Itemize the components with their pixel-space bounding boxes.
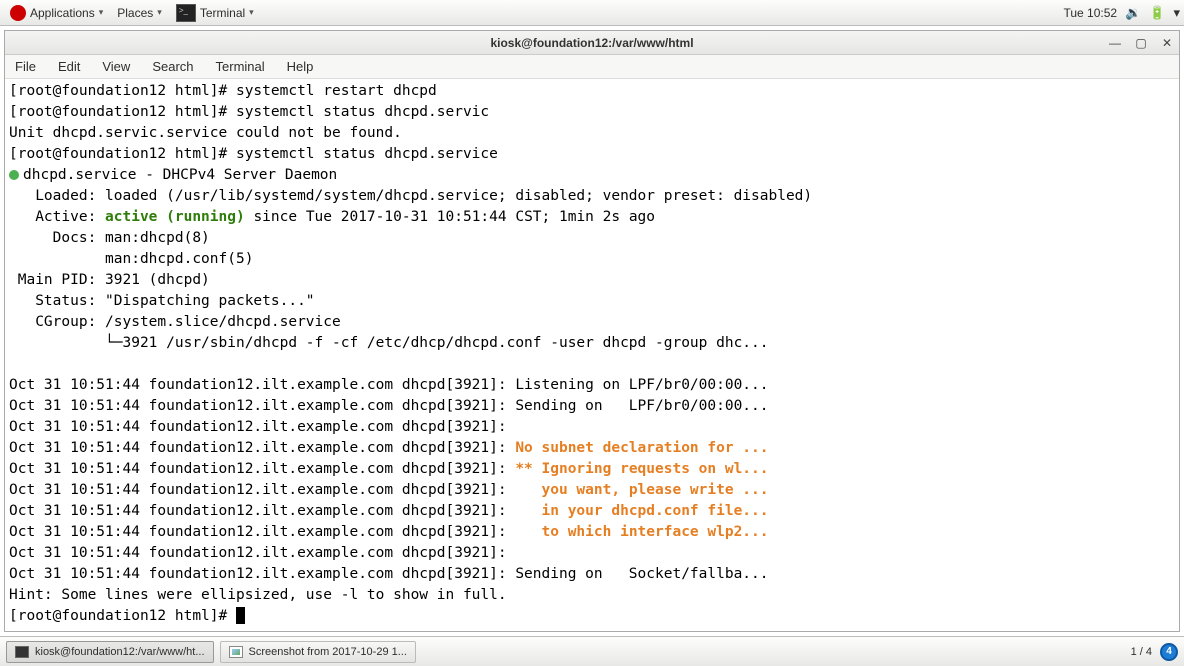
menu-help[interactable]: Help bbox=[283, 57, 318, 76]
taskbar-item-terminal[interactable]: kiosk@foundation12:/var/www/ht... bbox=[6, 641, 214, 663]
taskbar-item-label: kiosk@foundation12:/var/www/ht... bbox=[35, 646, 205, 658]
terminal-output[interactable]: [root@foundation12 html]# systemctl rest… bbox=[5, 79, 1179, 631]
workspace-badge[interactable]: 4 bbox=[1160, 643, 1178, 661]
terminal-window: kiosk@foundation12:/var/www/html — ▢ ✕ F… bbox=[4, 30, 1180, 632]
terminal-icon bbox=[176, 4, 196, 22]
terminal-icon bbox=[15, 646, 29, 658]
redhat-icon bbox=[10, 5, 26, 21]
clock[interactable]: Tue 10:52 bbox=[1063, 6, 1117, 20]
menu-terminal[interactable]: Terminal bbox=[212, 57, 269, 76]
volume-icon[interactable]: 🔉 bbox=[1125, 5, 1141, 21]
menubar: File Edit View Search Terminal Help bbox=[5, 55, 1179, 79]
image-icon bbox=[229, 646, 243, 658]
chevron-down-icon: ▾ bbox=[157, 7, 162, 18]
menu-view[interactable]: View bbox=[98, 57, 134, 76]
top-panel: Applications ▾ Places ▾ Terminal ▾ Tue 1… bbox=[0, 0, 1184, 26]
terminal-launcher-label: Terminal bbox=[200, 6, 245, 20]
maximize-button[interactable]: ▢ bbox=[1135, 37, 1147, 49]
menu-edit[interactable]: Edit bbox=[54, 57, 84, 76]
workspace-indicator[interactable]: 1 / 4 bbox=[1131, 646, 1152, 658]
dropdown-icon[interactable]: ▾ bbox=[1173, 5, 1180, 21]
places-menu[interactable]: Places ▾ bbox=[111, 4, 168, 22]
close-button[interactable]: ✕ bbox=[1161, 37, 1173, 49]
menu-file[interactable]: File bbox=[11, 57, 40, 76]
chevron-down-icon: ▾ bbox=[99, 7, 104, 18]
places-label: Places bbox=[117, 6, 153, 20]
battery-icon[interactable]: 🔋 bbox=[1149, 5, 1165, 21]
applications-menu[interactable]: Applications ▾ bbox=[4, 3, 109, 23]
titlebar[interactable]: kiosk@foundation12:/var/www/html — ▢ ✕ bbox=[5, 31, 1179, 55]
terminal-launcher[interactable]: Terminal ▾ bbox=[170, 2, 260, 24]
applications-label: Applications bbox=[30, 6, 95, 20]
chevron-down-icon: ▾ bbox=[249, 7, 254, 18]
window-title: kiosk@foundation12:/var/www/html bbox=[490, 36, 693, 50]
bottom-panel: kiosk@foundation12:/var/www/ht... Screen… bbox=[0, 636, 1184, 666]
menu-search[interactable]: Search bbox=[148, 57, 197, 76]
minimize-button[interactable]: — bbox=[1109, 37, 1121, 49]
taskbar-item-label: Screenshot from 2017-10-29 1... bbox=[249, 646, 407, 658]
taskbar-item-screenshot[interactable]: Screenshot from 2017-10-29 1... bbox=[220, 641, 416, 663]
